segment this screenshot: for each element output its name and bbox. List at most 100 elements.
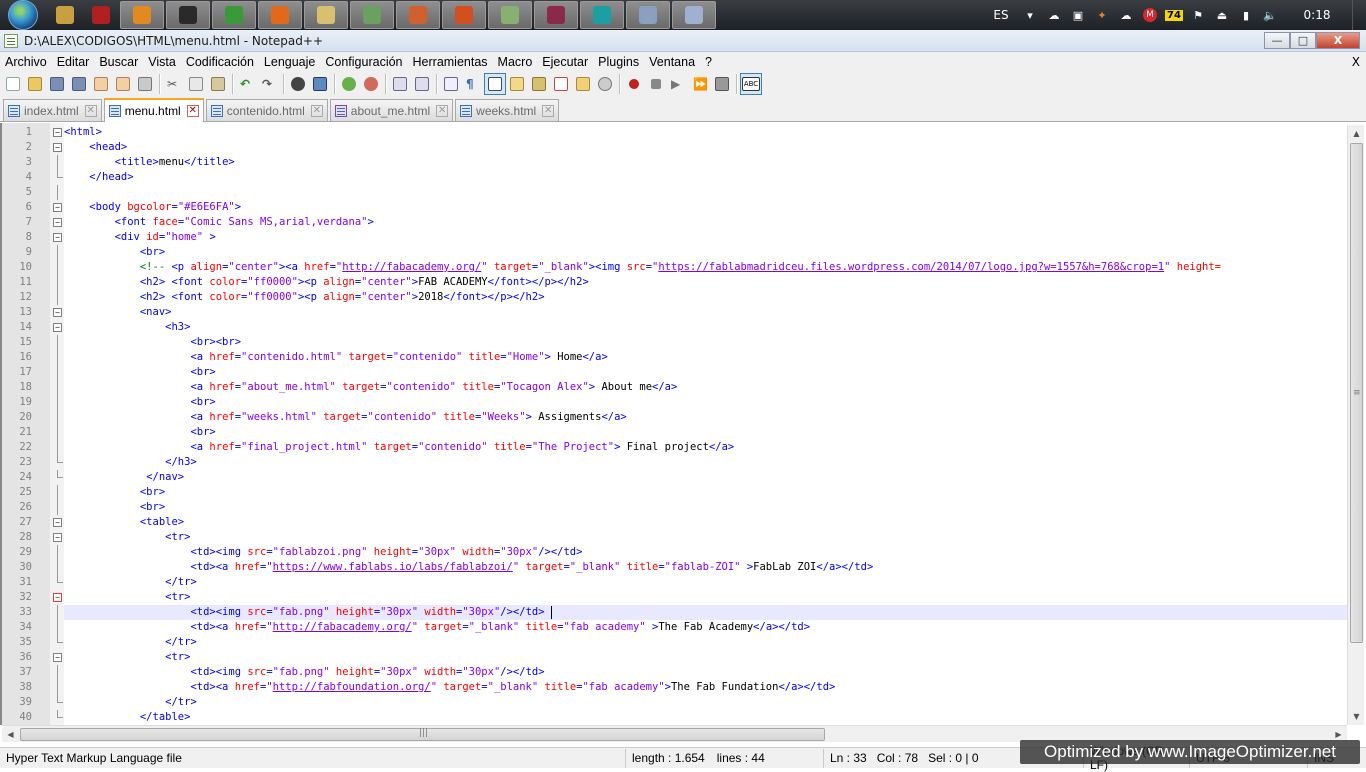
taskbar-app-button[interactable] bbox=[258, 1, 302, 29]
flag-icon[interactable]: ⚑ bbox=[1189, 7, 1207, 23]
code-line[interactable]: 37 <td><img src="fab.png" height="30px" … bbox=[19, 665, 1348, 680]
close-all-icon[interactable] bbox=[112, 73, 134, 95]
menu-archivo[interactable]: Archivo bbox=[0, 55, 52, 69]
scroll-up-arrow-icon[interactable]: ▲ bbox=[1348, 125, 1365, 142]
menu-editar[interactable]: Editar bbox=[52, 55, 95, 69]
function-list-icon[interactable] bbox=[550, 73, 572, 95]
indent-guide-icon[interactable] bbox=[484, 73, 506, 95]
tab-close-icon[interactable]: ✕ bbox=[186, 105, 199, 117]
code-line[interactable]: 27 − <table> bbox=[19, 515, 1348, 530]
word-wrap-icon[interactable] bbox=[440, 73, 462, 95]
new-file-icon[interactable]: ​ bbox=[2, 73, 24, 95]
fold-toggle-icon[interactable]: − bbox=[53, 143, 62, 152]
code-line[interactable]: 31 </tr> bbox=[19, 575, 1348, 590]
taskbar-app-button[interactable] bbox=[672, 1, 716, 29]
tab-close-icon[interactable]: ✕ bbox=[310, 104, 323, 117]
menu-vista[interactable]: Vista bbox=[143, 55, 181, 69]
close-button[interactable]: X bbox=[1316, 32, 1360, 49]
taskbar-app-button[interactable] bbox=[396, 1, 440, 29]
menu-help[interactable]: ? bbox=[700, 55, 717, 69]
norton-badge[interactable]: 74 bbox=[1165, 7, 1183, 23]
taskbar-app-button[interactable] bbox=[534, 1, 578, 29]
menu-ventana[interactable]: Ventana bbox=[644, 55, 700, 69]
fold-toggle-icon[interactable]: − bbox=[53, 533, 62, 542]
replace-icon[interactable] bbox=[309, 73, 331, 95]
play-multiple-icon[interactable]: ⏩ bbox=[689, 73, 711, 95]
code-line[interactable]: 7 − <font face="Comic Sans MS,arial,verda… bbox=[26, 215, 1348, 230]
menu-buscar[interactable]: Buscar bbox=[94, 55, 143, 69]
zoom-out-icon[interactable] bbox=[360, 73, 382, 95]
close-document-button[interactable]: X bbox=[1352, 55, 1360, 69]
code-line[interactable]: 17 <br> bbox=[19, 365, 1348, 380]
copy-icon[interactable] bbox=[185, 73, 207, 95]
fold-toggle-icon[interactable]: − bbox=[53, 323, 62, 332]
code-line[interactable]: 3 <title>menu</title> bbox=[26, 155, 1348, 170]
code-line[interactable]: 28 − <tr> bbox=[19, 530, 1348, 545]
scroll-left-arrow-icon[interactable]: ◀ bbox=[2, 726, 19, 743]
fold-toggle-icon[interactable]: − bbox=[53, 218, 62, 227]
code-line[interactable]: 15 <br><br> bbox=[19, 335, 1348, 350]
taskbar-app-button[interactable] bbox=[626, 1, 670, 29]
code-line[interactable]: 2 − <head> bbox=[26, 140, 1348, 155]
show-desktop-button[interactable] bbox=[1352, 0, 1366, 30]
sync-horizontal-icon[interactable] bbox=[411, 73, 433, 95]
save-macro-icon[interactable] bbox=[711, 73, 733, 95]
window-title-bar[interactable]: D:\ALEX\CODIGOS\HTML\menu.html - Notepad… bbox=[0, 30, 1366, 52]
taskbar-app-button[interactable] bbox=[304, 1, 348, 29]
show-all-chars-icon[interactable]: ¶ bbox=[462, 73, 484, 95]
code-line[interactable]: 40 </table> bbox=[19, 710, 1348, 725]
code-line[interactable]: 20 <a href="weeks.html" target="contenid… bbox=[19, 410, 1348, 425]
code-line[interactable]: 12 <h2> <font color="ff0000"><p align="c… bbox=[19, 290, 1348, 305]
zoom-in-icon[interactable] bbox=[338, 73, 360, 95]
print-icon[interactable] bbox=[134, 73, 156, 95]
code-line[interactable]: 13 − <nav> bbox=[19, 305, 1348, 320]
code-line[interactable]: 21 <br> bbox=[19, 425, 1348, 440]
usb-icon[interactable]: ⏏ bbox=[1213, 7, 1231, 23]
redo-icon[interactable]: ↷ bbox=[258, 73, 280, 95]
fold-toggle-icon[interactable]: − bbox=[53, 203, 62, 212]
code-line[interactable]: 30 <td><a href="https://www.fablabs.io/l… bbox=[19, 560, 1348, 575]
find-icon[interactable] bbox=[287, 73, 309, 95]
taskbar-app-button[interactable] bbox=[212, 1, 256, 29]
taskbar-app-button[interactable] bbox=[580, 1, 624, 29]
code-line[interactable]: 19 <br> bbox=[19, 395, 1348, 410]
menu-herramientas[interactable]: Herramientas bbox=[408, 55, 493, 69]
menu-plugins[interactable]: Plugins bbox=[593, 55, 644, 69]
play-macro-icon[interactable]: ▶ bbox=[667, 73, 689, 95]
taskbar-app-button[interactable] bbox=[442, 1, 486, 29]
notepadpp-app-icon[interactable] bbox=[4, 33, 18, 48]
fold-toggle-icon[interactable]: − bbox=[53, 233, 62, 242]
code-line[interactable]: 5 bbox=[26, 185, 1348, 200]
code-editor[interactable]: 1− <html> 2− <head> 3 <title>menu</title> 4 … bbox=[0, 123, 1366, 725]
tab-close-icon[interactable]: ✕ bbox=[436, 104, 449, 117]
scroll-down-arrow-icon[interactable]: ▼ bbox=[1348, 708, 1365, 725]
code-line[interactable]: 10 <!-- <p align="center"><a href="http:… bbox=[19, 260, 1348, 275]
tray-expand-icon[interactable]: ▾ bbox=[1021, 7, 1039, 23]
taskbar-app-button[interactable] bbox=[120, 1, 164, 29]
cloud-upload-icon[interactable]: ☁ bbox=[1045, 7, 1063, 23]
mega-icon[interactable]: M bbox=[1141, 7, 1159, 23]
fold-toggle-icon[interactable]: − bbox=[53, 518, 62, 527]
code-line[interactable]: 14 − <h3> bbox=[19, 320, 1348, 335]
maximize-button[interactable]: □ bbox=[1290, 32, 1316, 49]
open-file-icon[interactable] bbox=[24, 73, 46, 95]
code-line[interactable]: 6 − <body bgcolor="#E6E6FA"> bbox=[26, 200, 1348, 215]
sync-vertical-icon[interactable] bbox=[389, 73, 411, 95]
save-all-icon[interactable] bbox=[68, 73, 90, 95]
code-line[interactable]: 32 − <tr> bbox=[19, 590, 1348, 605]
vertical-scroll-thumb[interactable]: ≡ bbox=[1350, 143, 1363, 643]
code-line[interactable]: 1 − <html> bbox=[26, 125, 1348, 140]
tab-about-me-html[interactable]: about_me.html ✕ bbox=[329, 99, 454, 121]
code-line[interactable]: 35 </tr> bbox=[19, 635, 1348, 650]
window-icon[interactable]: ▣ bbox=[1069, 7, 1087, 23]
code-line[interactable]: 22 <a href="final_project.html" target="… bbox=[19, 440, 1348, 455]
menu-codificacion[interactable]: Codificación bbox=[181, 55, 259, 69]
tab-close-icon[interactable]: ✕ bbox=[84, 104, 97, 117]
menu-macro[interactable]: Macro bbox=[493, 55, 538, 69]
cut-icon[interactable]: ✂ bbox=[163, 73, 185, 95]
volume-icon[interactable]: 🔈 bbox=[1261, 7, 1279, 23]
vertical-scrollbar[interactable]: ▲ ≡ ▼ bbox=[1347, 125, 1364, 725]
folder-workspace-icon[interactable] bbox=[572, 73, 594, 95]
network-icon[interactable]: ▮ bbox=[1237, 7, 1255, 23]
language-icon[interactable] bbox=[506, 73, 528, 95]
